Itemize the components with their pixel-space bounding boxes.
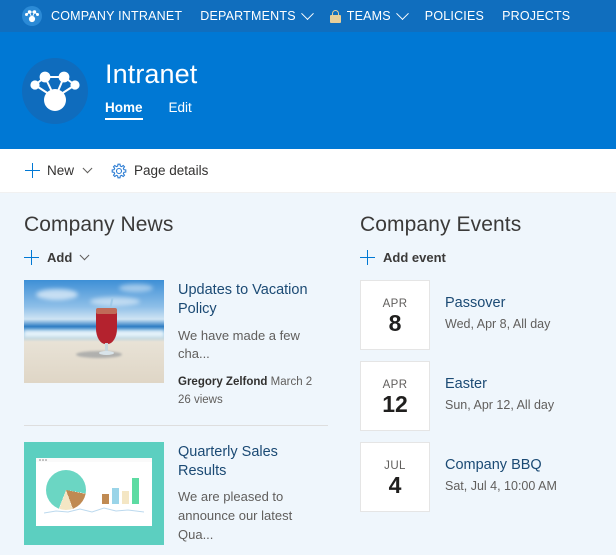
news-thumbnail-sales-chart-graphic	[24, 441, 164, 545]
site-nav-item-label: Home	[105, 99, 143, 115]
news-item-date: March 2	[270, 376, 313, 389]
plus-icon	[25, 163, 40, 178]
news-divider	[24, 424, 328, 426]
lock-icon	[329, 9, 341, 23]
news-item-author: Gregory Zelfond	[178, 376, 268, 389]
event-date-tile: APR 8	[360, 280, 430, 350]
site-nav-item-label: Edit	[168, 99, 192, 115]
event-day: 4	[388, 471, 402, 498]
news-item-title[interactable]: Quarterly Sales Results	[178, 443, 328, 482]
company-news-title: Company News	[24, 213, 174, 236]
event-item[interactable]: JUL 4 Company BBQ Sat, Jul 4, 10:00 AM	[360, 442, 600, 512]
command-bar: New Page details	[0, 149, 616, 193]
hub-nav-item-policies[interactable]: POLICIES	[416, 0, 493, 32]
chevron-down-icon	[300, 6, 314, 20]
site-title: Intranet	[105, 59, 198, 90]
news-item-meta: Gregory Zelfond March 2 26 views	[178, 374, 328, 409]
site-nav-item-home[interactable]: Home	[105, 100, 143, 120]
event-when: Sat, Jul 4, 10:00 AM	[445, 478, 557, 493]
news-item-views: 26 views	[178, 393, 223, 406]
event-when: Wed, Apr 8, All day	[445, 316, 551, 331]
news-item[interactable]: Updates to Vacation Policy We have made …	[24, 280, 328, 425]
event-item[interactable]: APR 8 Passover Wed, Apr 8, All day	[360, 280, 600, 350]
company-news-webpart: Company News Add Updates to Vacation Pol…	[0, 193, 352, 555]
add-news-label: Add	[47, 250, 73, 265]
add-event-label: Add event	[383, 250, 446, 265]
chevron-down-icon	[82, 163, 93, 174]
new-button-label: New	[47, 163, 75, 178]
hub-nav-item-company-intranet[interactable]: COMPANY INTRANET	[51, 0, 191, 32]
event-month: APR	[382, 378, 408, 391]
gear-icon	[111, 163, 127, 179]
news-item-snippet: We have made a few cha...	[178, 327, 300, 362]
add-event-button[interactable]: Add event	[360, 250, 600, 265]
page-details-button[interactable]: Page details	[102, 153, 217, 189]
event-when: Sun, Apr 12, All day	[445, 397, 555, 412]
hub-nav-item-label: PROJECTS	[502, 9, 571, 23]
event-title[interactable]: Company BBQ	[445, 456, 557, 475]
hub-nav-item-departments[interactable]: DEPARTMENTS	[191, 0, 321, 32]
plus-icon	[360, 250, 375, 265]
event-item[interactable]: APR 12 Easter Sun, Apr 12, All day	[360, 361, 600, 431]
hub-nav-item-teams[interactable]: TEAMS	[321, 0, 416, 32]
page-content: Company News Add Updates to Vacation Pol…	[0, 193, 616, 555]
company-events-webpart: Company Events Add event APR 8 Passover …	[352, 193, 616, 555]
site-logo-network-nodes-icon	[22, 57, 88, 124]
event-title[interactable]: Easter	[445, 375, 554, 394]
new-button[interactable]: New	[16, 153, 100, 189]
hub-nav-item-label: POLICIES	[424, 9, 485, 23]
news-item[interactable]: Quarterly Sales Results We are pleased t…	[24, 441, 328, 555]
site-header: Intranet Home Edit	[0, 32, 616, 149]
hub-nav-item-label: DEPARTMENTS	[200, 9, 296, 23]
hub-nav-item-label: COMPANY INTRANET	[51, 9, 183, 23]
network-nodes-icon	[22, 6, 42, 26]
event-month: JUL	[384, 459, 406, 472]
site-nav-item-edit[interactable]: Edit	[169, 100, 192, 120]
plus-icon	[24, 250, 39, 265]
add-news-button[interactable]: Add	[24, 250, 328, 265]
chevron-down-icon	[79, 250, 90, 261]
event-title[interactable]: Passover	[445, 294, 550, 313]
news-thumbnail-beach-cocktail-photo	[24, 280, 164, 383]
hub-nav-item-label: TEAMS	[346, 9, 391, 23]
company-events-title: Company Events	[360, 213, 522, 236]
event-month: APR	[382, 297, 408, 310]
event-date-tile: JUL 4	[360, 442, 430, 512]
site-navigation: Home Edit	[105, 100, 197, 120]
hub-nav-item-projects[interactable]: PROJECTS	[493, 0, 579, 32]
page-details-label: Page details	[134, 163, 209, 178]
news-item-snippet: We are pleased to announce our latest Qu…	[178, 489, 293, 542]
event-day: 8	[388, 309, 402, 336]
news-item-title[interactable]: Updates to Vacation Policy	[178, 281, 328, 320]
event-day: 12	[382, 390, 408, 417]
event-date-tile: APR 12	[360, 361, 430, 431]
chevron-down-icon	[395, 6, 409, 20]
hub-navigation-bar: COMPANY INTRANET DEPARTMENTS TEAMS POLIC…	[0, 0, 616, 32]
